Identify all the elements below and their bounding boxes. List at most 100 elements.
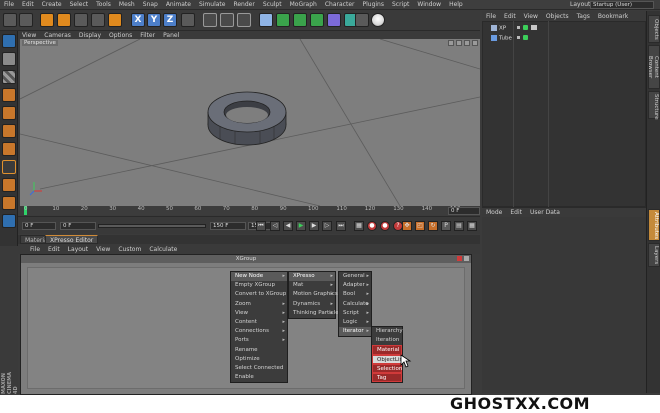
- menu-item-rename[interactable]: Rename: [231, 346, 287, 355]
- om-menu-edit[interactable]: Edit: [500, 13, 520, 20]
- attr-menu-edit[interactable]: Edit: [506, 209, 526, 216]
- xpresso-menu-custom[interactable]: Custom: [114, 246, 145, 253]
- enabled-check-icon[interactable]: [523, 25, 528, 30]
- menu-sculpt[interactable]: Sculpt: [259, 1, 286, 8]
- menu-item-material[interactable]: Material: [372, 345, 402, 355]
- pan-icon[interactable]: [448, 40, 454, 46]
- menu-character[interactable]: Character: [321, 1, 359, 8]
- recent-tool-icon[interactable]: [108, 13, 122, 27]
- attr-menu-mode[interactable]: Mode: [482, 209, 506, 216]
- menu-item-motion-graphics[interactable]: Motion Graphics ▸: [289, 290, 338, 299]
- xpresso-menu-view[interactable]: View: [92, 246, 114, 253]
- menu-item-objectlist[interactable]: ObjectList: [372, 354, 405, 364]
- enabled-check-icon[interactable]: [523, 35, 528, 40]
- menu-item-ports[interactable]: Ports ▸: [231, 336, 287, 345]
- edges-mode-icon[interactable]: [2, 124, 16, 138]
- layout-dropdown[interactable]: Startup (User): [590, 1, 654, 9]
- menu-item-iteration[interactable]: Iteration: [372, 336, 402, 345]
- goto-end-icon[interactable]: ⏭: [336, 221, 346, 231]
- menu-render[interactable]: Render: [229, 1, 258, 8]
- menu-item-view[interactable]: View ▸: [231, 309, 287, 318]
- menu-item-enable[interactable]: Enable: [231, 373, 287, 382]
- tab-attributes[interactable]: Attributes: [648, 209, 660, 241]
- next-key-icon[interactable]: ▷: [322, 221, 332, 231]
- menu-item-calculate[interactable]: Calculate ▸: [339, 300, 371, 309]
- menu-mograph[interactable]: MoGraph: [286, 1, 321, 8]
- record-icon[interactable]: ●: [367, 221, 377, 231]
- om-menu-file[interactable]: File: [482, 13, 500, 20]
- om-menu-bookmark[interactable]: Bookmark: [594, 13, 632, 20]
- snap-icon[interactable]: [2, 214, 16, 228]
- workplane-icon[interactable]: [2, 88, 16, 102]
- param-key-icon[interactable]: P: [441, 221, 451, 231]
- menu-plugins[interactable]: Plugins: [358, 1, 388, 8]
- menu-item-connections[interactable]: Connections ▸: [231, 327, 287, 336]
- rotation-key-icon[interactable]: ↻: [428, 221, 438, 231]
- goto-start-icon[interactable]: ⏮: [256, 221, 266, 231]
- tube-object[interactable]: [207, 91, 287, 146]
- live-selection-icon[interactable]: [40, 13, 54, 27]
- tab-content-browser[interactable]: Content Browser: [647, 45, 660, 89]
- scale-icon[interactable]: [74, 13, 88, 27]
- viewport-menu-view[interactable]: View: [18, 32, 40, 39]
- menu-help[interactable]: Help: [445, 1, 467, 8]
- viewport-menu-options[interactable]: Options: [105, 32, 136, 39]
- zoom-icon[interactable]: [456, 40, 462, 46]
- menu-item-thinking-particles[interactable]: Thinking Particles ▸: [289, 309, 342, 318]
- model-mode-icon[interactable]: [2, 52, 16, 66]
- menu-item-mat[interactable]: Mat ▸: [289, 281, 335, 290]
- menu-select[interactable]: Select: [66, 1, 93, 8]
- menu-snap[interactable]: Snap: [139, 1, 162, 8]
- om-menu-view[interactable]: View: [520, 13, 542, 20]
- menu-item-convert-to-xgroup[interactable]: Convert to XGroup: [231, 290, 287, 299]
- menu-item-script[interactable]: Script ▸: [339, 309, 371, 318]
- next-frame-icon[interactable]: ▶: [309, 221, 319, 231]
- viewport-menu-panel[interactable]: Panel: [159, 32, 183, 39]
- tab-structure[interactable]: Structure: [648, 91, 660, 120]
- menu-item-dynamics[interactable]: Dynamics ▸: [289, 300, 335, 309]
- x-axis-icon[interactable]: X: [131, 13, 145, 27]
- light-icon[interactable]: [371, 13, 385, 27]
- menu-script[interactable]: Script: [388, 1, 413, 8]
- cube-icon[interactable]: [259, 13, 273, 27]
- play-icon[interactable]: ▶: [296, 221, 306, 231]
- generator-icon[interactable]: [293, 13, 307, 27]
- om-menu-objects[interactable]: Objects: [542, 13, 573, 20]
- menu-item-content[interactable]: Content ▸: [231, 318, 287, 327]
- menu-simulate[interactable]: Simulate: [195, 1, 230, 8]
- menu-item-iterator[interactable]: Iterator ▸: [339, 327, 371, 337]
- magnet-icon[interactable]: [2, 196, 16, 210]
- position-key-icon[interactable]: ✥: [402, 221, 412, 231]
- menu-mesh[interactable]: Mesh: [115, 1, 139, 8]
- render-settings-icon[interactable]: [237, 13, 251, 27]
- xpresso-tag-icon[interactable]: [531, 25, 537, 30]
- render-view-icon[interactable]: [203, 13, 217, 27]
- visibility-dot[interactable]: [517, 26, 520, 29]
- tab-layers[interactable]: Layers: [648, 243, 660, 267]
- menu-window[interactable]: Window: [413, 1, 445, 8]
- viewport-menu-display[interactable]: Display: [75, 32, 105, 39]
- visibility-dot[interactable]: [517, 36, 520, 39]
- menu-item-tag[interactable]: Tag: [372, 372, 402, 383]
- menu-item-general[interactable]: General ▸: [339, 272, 371, 281]
- menu-item-zoom[interactable]: Zoom ▸: [231, 300, 287, 309]
- camera-icon[interactable]: [355, 13, 369, 27]
- maximize-icon[interactable]: [472, 40, 478, 46]
- menu-tools[interactable]: Tools: [92, 1, 115, 8]
- om-menu-tags[interactable]: Tags: [573, 13, 594, 20]
- xpresso-menu-layout[interactable]: Layout: [64, 246, 92, 253]
- xpresso-menu-calculate[interactable]: Calculate: [145, 246, 181, 253]
- deformer-icon[interactable]: [327, 13, 341, 27]
- timeline-options-icon[interactable]: ▦: [467, 221, 477, 231]
- menu-create[interactable]: Create: [38, 1, 66, 8]
- viewport-menu-cameras[interactable]: Cameras: [40, 32, 75, 39]
- undo-icon[interactable]: [3, 13, 17, 27]
- menu-item-select-connected[interactable]: Select Connected: [231, 364, 287, 373]
- perspective-viewport[interactable]: Perspective: [20, 39, 480, 206]
- move-icon[interactable]: [57, 13, 71, 27]
- object-row-xp[interactable]: XP: [491, 25, 506, 32]
- orbit-icon[interactable]: [464, 40, 470, 46]
- xgroup-resize-icon[interactable]: [464, 256, 469, 261]
- object-row-tube[interactable]: Tube: [491, 35, 512, 42]
- menu-item-adapter[interactable]: Adapter ▸: [339, 281, 371, 290]
